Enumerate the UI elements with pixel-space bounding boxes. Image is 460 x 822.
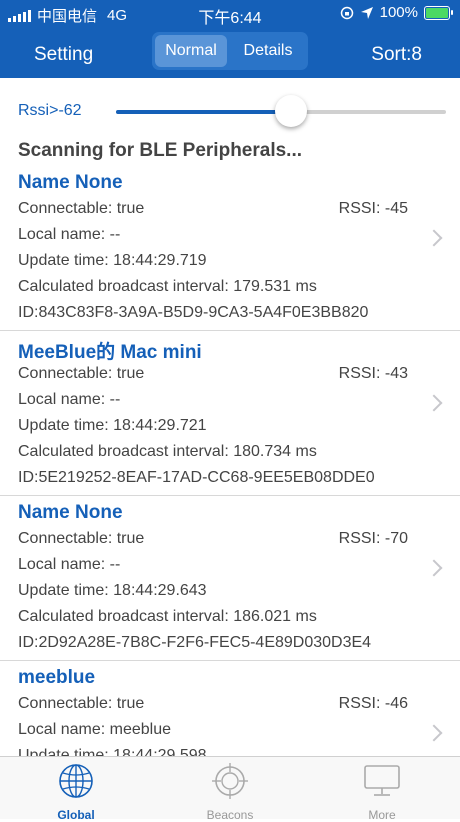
device-name: Name None xyxy=(18,502,123,523)
device-interval: Calculated broadcast interval: 179.531 m… xyxy=(18,278,317,295)
globe-icon xyxy=(59,764,93,798)
chevron-right-icon xyxy=(425,724,443,742)
device-rssi: RSSI: -43 xyxy=(338,365,408,382)
device-local-name: Local name: -- xyxy=(18,556,121,573)
target-icon xyxy=(212,763,248,799)
device-connectable: Connectable: true xyxy=(18,695,145,712)
device-id: ID:843C83F8-3A9A-B5D9-9CA3-5A4F0E3BB820 xyxy=(18,304,369,321)
nav-bar: Setting Normal Details Sort:8 xyxy=(0,30,460,76)
view-mode-segmented-control: Normal Details xyxy=(152,32,308,70)
rssi-slider-thumb[interactable] xyxy=(274,95,307,127)
device-rssi: RSSI: -46 xyxy=(338,695,408,712)
tab-global[interactable]: Global xyxy=(26,763,126,822)
device-connectable: Connectable: true xyxy=(18,200,145,217)
segment-details[interactable]: Details xyxy=(232,35,304,67)
rssi-filter-row: Rssi>-62 xyxy=(0,80,460,140)
device-row[interactable]: Name None Connectable: true RSSI: -70 Lo… xyxy=(0,496,460,661)
tab-more-label: More xyxy=(368,808,396,822)
device-rssi: RSSI: -70 xyxy=(338,530,408,547)
rssi-slider-fill xyxy=(116,110,291,114)
status-bar: 中国电信 4G 下午6:44 100% xyxy=(0,0,460,28)
device-id: ID:5E219252-8EAF-17AD-CC68-9EE5EB08DDE0 xyxy=(18,469,375,486)
device-name: meeblue xyxy=(18,667,96,688)
setting-button[interactable]: Setting xyxy=(34,44,93,66)
chevron-right-icon xyxy=(425,394,443,412)
scan-title: Scanning for BLE Peripherals... xyxy=(18,140,303,161)
location-icon xyxy=(360,6,373,19)
lock-rotation-icon xyxy=(340,6,353,19)
tab-beacons[interactable]: Beacons xyxy=(180,763,280,822)
device-local-name: Local name: -- xyxy=(18,391,121,408)
device-rssi: RSSI: -45 xyxy=(338,200,408,217)
device-local-name: Local name: meeblue xyxy=(18,721,171,738)
rssi-filter-label: Rssi>-62 xyxy=(18,102,82,119)
device-local-name: Local name: -- xyxy=(18,226,121,243)
device-connectable: Connectable: true xyxy=(18,365,145,382)
tab-beacons-label: Beacons xyxy=(206,808,254,822)
segment-normal[interactable]: Normal xyxy=(155,35,227,67)
battery-percent: 100% xyxy=(379,4,418,21)
device-row[interactable]: Name None Connectable: true RSSI: -45 Lo… xyxy=(0,166,460,331)
device-row[interactable]: meeblue Connectable: true RSSI: -46 Loca… xyxy=(0,661,460,756)
device-connectable: Connectable: true xyxy=(18,530,145,547)
device-interval: Calculated broadcast interval: 186.021 m… xyxy=(18,608,317,625)
device-update-time: Update time: 18:44:29.643 xyxy=(18,582,207,599)
device-list: Name None Connectable: true RSSI: -45 Lo… xyxy=(0,166,460,756)
battery-icon xyxy=(424,5,453,20)
monitor-icon xyxy=(364,765,400,796)
sort-button[interactable]: Sort:8 xyxy=(371,44,422,66)
device-row[interactable]: MeeBlue的 Mac mini Connectable: true RSSI… xyxy=(0,331,460,496)
tab-bar: Global Beacons More xyxy=(0,756,460,822)
device-name: Name None xyxy=(18,172,123,193)
tab-global-label: Global xyxy=(57,808,95,822)
rssi-slider[interactable] xyxy=(116,95,446,127)
device-update-time: Update time: 18:44:29.719 xyxy=(18,252,207,269)
device-id: ID:2D92A28E-7B8C-F2F6-FEC5-4E89D030D3E4 xyxy=(18,634,372,651)
device-name: MeeBlue的 Mac mini xyxy=(18,342,202,363)
device-update-time: Update time: 18:44:29.598 xyxy=(18,747,207,756)
tab-more[interactable]: More xyxy=(332,763,432,822)
chevron-right-icon xyxy=(425,559,443,577)
chevron-right-icon xyxy=(425,229,443,247)
header: 中国电信 4G 下午6:44 100% Setting Normal Detai… xyxy=(0,0,460,78)
device-update-time: Update time: 18:44:29.721 xyxy=(18,417,207,434)
device-interval: Calculated broadcast interval: 180.734 m… xyxy=(18,443,317,460)
